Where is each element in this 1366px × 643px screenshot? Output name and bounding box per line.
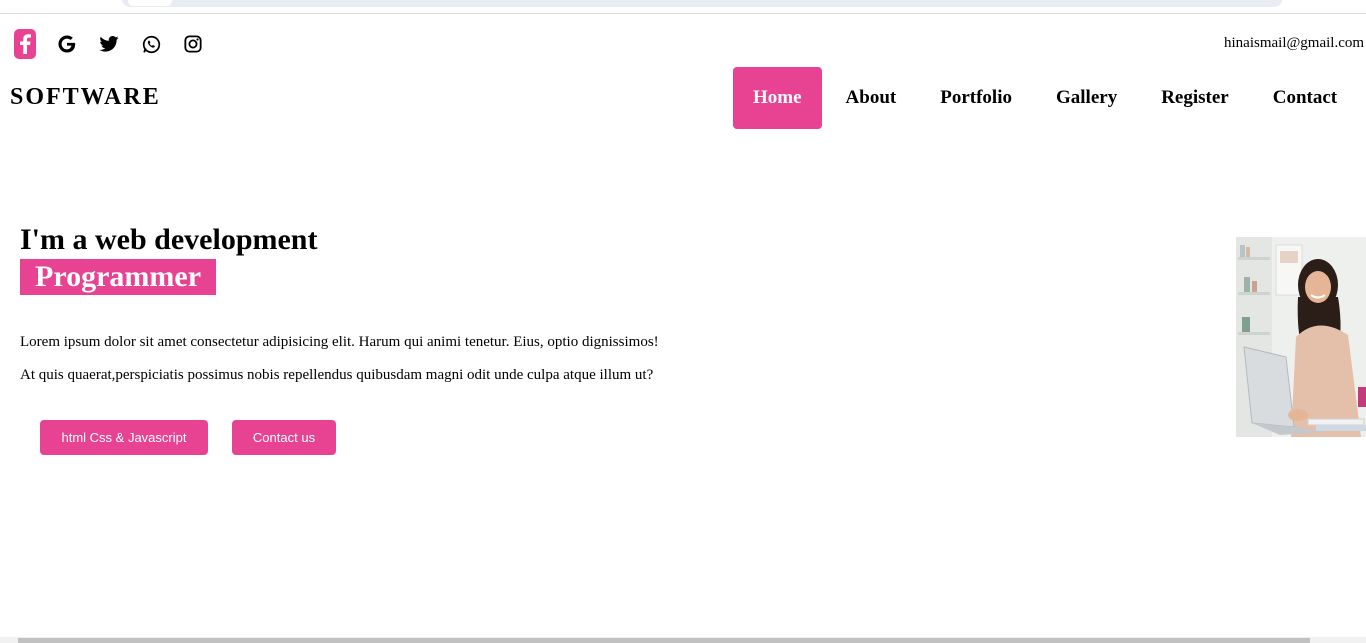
- skills-button[interactable]: html Css & Javascript: [40, 420, 208, 455]
- google-icon[interactable]: [56, 29, 78, 59]
- address-bar-chip: [128, 0, 172, 6]
- contact-email[interactable]: hinaismail@gmail.com: [1224, 35, 1366, 52]
- nav-gallery[interactable]: Gallery: [1036, 67, 1137, 129]
- hero-paragraph-2: At quis quaerat,perspiciatis possimus no…: [20, 367, 654, 383]
- scrollbar-thumb[interactable]: [18, 638, 1310, 643]
- hero-highlight: Programmer: [20, 259, 217, 295]
- nav-contact[interactable]: Contact: [1253, 67, 1357, 129]
- horizontal-scrollbar[interactable]: [0, 637, 1366, 643]
- site-logo[interactable]: SOFTWARE: [10, 84, 161, 111]
- main-nav: Home About Portfolio Gallery Register Co…: [733, 67, 1361, 129]
- social-bar: [14, 28, 224, 60]
- nav-about[interactable]: About: [826, 67, 917, 129]
- instagram-icon[interactable]: [182, 29, 204, 59]
- hero-photo: [1236, 237, 1366, 437]
- hero-paragraph-1: Lorem ipsum dolor sit amet consectetur a…: [20, 334, 659, 350]
- nav-register[interactable]: Register: [1141, 67, 1249, 129]
- contact-us-button[interactable]: Contact us: [232, 420, 336, 455]
- nav-home[interactable]: Home: [733, 67, 822, 129]
- facebook-icon[interactable]: [14, 29, 36, 59]
- twitter-icon[interactable]: [98, 29, 120, 59]
- nav-portfolio[interactable]: Portfolio: [920, 67, 1032, 129]
- hero-title: I'm a web development: [20, 223, 318, 256]
- address-bar[interactable]: [122, 0, 1282, 7]
- whatsapp-icon[interactable]: [140, 29, 162, 59]
- browser-tab-strip: [0, 0, 1366, 14]
